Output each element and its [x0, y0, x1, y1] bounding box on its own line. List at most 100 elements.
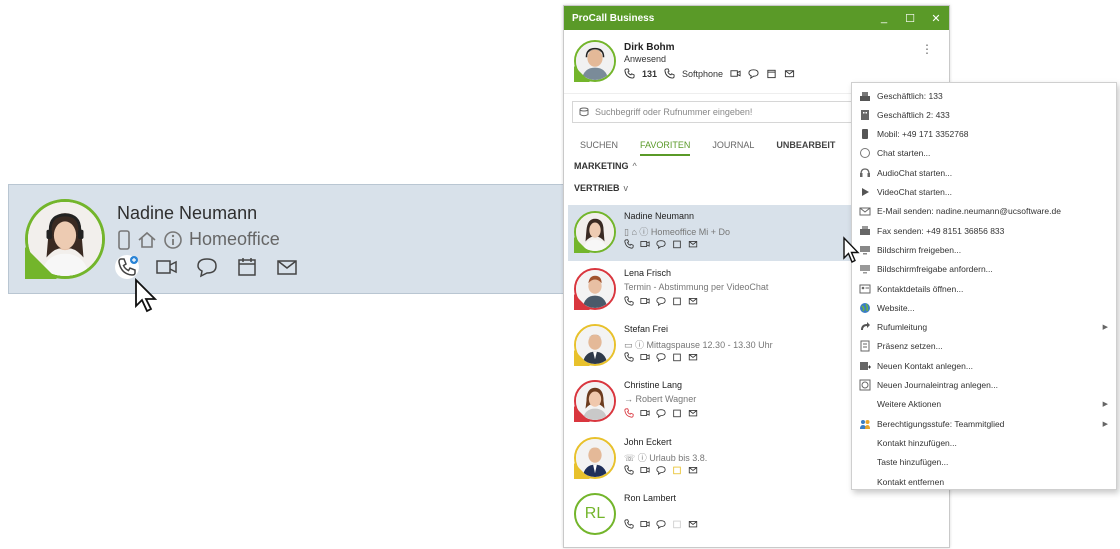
list-item[interactable]: RL Ron Lambert	[568, 487, 858, 543]
minimize-button[interactable]: _	[871, 12, 897, 24]
close-button[interactable]: ✕	[923, 12, 949, 25]
group-marketing[interactable]: MARKETING ^	[574, 161, 637, 171]
menu-item[interactable]: Kontakt hinzufügen...	[852, 433, 1116, 452]
softphone-icon	[664, 68, 675, 79]
group-vertrieb[interactable]: VERTRIEB v	[574, 183, 628, 193]
contact-name: Stefan Frei	[624, 324, 669, 334]
mobile-icon	[858, 127, 872, 141]
menu-item[interactable]: Taste hinzufügen...	[852, 453, 1116, 472]
contact-status: ☏ ⓘ Urlaub bis 3.8.	[624, 453, 708, 463]
menu-item[interactable]: Fax senden: +49 8151 36856 833	[852, 221, 1116, 240]
info-icon	[164, 230, 182, 249]
tab-suchen[interactable]: SUCHEN	[580, 140, 618, 150]
phone-icon[interactable]	[624, 296, 634, 306]
menu-item-label: Bildschirmfreigabe anfordern...	[877, 264, 993, 275]
globe-icon	[858, 301, 872, 315]
mail-icon[interactable]	[688, 408, 698, 418]
own-status[interactable]: Anwesend	[624, 54, 666, 64]
menu-item[interactable]: E-Mail senden: nadine.neumann@ucsoftware…	[852, 202, 1116, 221]
tab-favoriten[interactable]: FAVORITEN	[640, 140, 691, 156]
mail-icon[interactable]	[688, 465, 698, 475]
video-icon[interactable]	[640, 408, 650, 418]
search-placeholder: Suchbegriff oder Rufnummer eingeben!	[595, 107, 753, 117]
list-item[interactable]: Christine Lang → Robert Wagner	[568, 374, 858, 430]
chat-icon	[858, 146, 872, 160]
own-device[interactable]: Softphone	[682, 69, 723, 79]
chat-icon[interactable]	[748, 68, 759, 79]
list-item[interactable]: Stefan Frei ▭ ⓘ Mittagspause 12.30 - 13.…	[568, 318, 858, 374]
menu-item-label: Website...	[877, 302, 915, 313]
menu-item-label: Mobil: +49 171 3352768	[877, 129, 969, 140]
call-button[interactable]	[115, 255, 139, 279]
calendar-icon[interactable]	[766, 68, 777, 79]
menu-item-label: Geschäftlich: 133	[877, 90, 943, 101]
menu-item[interactable]: Bildschirm freigeben...	[852, 240, 1116, 259]
menu-item[interactable]: Website...	[852, 298, 1116, 317]
phone-icon[interactable]	[624, 239, 634, 249]
phone-icon[interactable]	[624, 519, 634, 529]
more-options-icon[interactable]: ⋮	[921, 42, 933, 56]
video-icon[interactable]	[640, 465, 650, 475]
zoomed-contact-card: Nadine Neumann Homeoffice	[8, 184, 568, 294]
list-item[interactable]: Lena Frisch Termin - Abstimmung per Vide…	[568, 262, 858, 318]
chat-icon[interactable]	[656, 296, 666, 306]
mail-icon[interactable]	[784, 68, 795, 79]
list-item[interactable]: John Eckert ☏ ⓘ Urlaub bis 3.8.	[568, 431, 858, 487]
chat-icon[interactable]	[656, 239, 666, 249]
menu-item[interactable]: Rufumleitung ▶	[852, 318, 1116, 337]
mobile-icon	[118, 229, 130, 250]
video-icon[interactable]	[730, 68, 741, 79]
tab-journal[interactable]: JOURNAL	[712, 140, 754, 150]
menu-item[interactable]: Geschäftlich 2: 433	[852, 105, 1116, 124]
video-icon[interactable]	[640, 519, 650, 529]
menu-item[interactable]: Kontaktdetails öffnen...	[852, 279, 1116, 298]
phone-icon[interactable]	[624, 465, 634, 475]
maximize-button[interactable]: ☐	[897, 12, 923, 25]
own-extension: 131	[642, 68, 658, 79]
chat-icon[interactable]	[656, 519, 666, 529]
calendar-icon[interactable]	[672, 239, 682, 249]
menu-item[interactable]: Mobil: +49 171 3352768	[852, 125, 1116, 144]
menu-item-label: E-Mail senden: nadine.neumann@ucsoftware…	[877, 206, 1061, 217]
mail-icon[interactable]	[688, 239, 698, 249]
menu-item[interactable]: Kontakt entfernen	[852, 472, 1116, 491]
tab-unbearbeitet[interactable]: UNBEARBEIT	[776, 140, 835, 150]
menu-item-label: Kontakt entfernen	[877, 476, 945, 487]
video-icon[interactable]	[640, 352, 650, 362]
menu-item[interactable]: Bildschirmfreigabe anfordern...	[852, 260, 1116, 279]
calendar-icon[interactable]	[672, 519, 682, 529]
mail-icon[interactable]	[688, 352, 698, 362]
phone-icon[interactable]	[624, 352, 634, 362]
chat-icon[interactable]	[656, 352, 666, 362]
calendar-icon[interactable]	[235, 255, 259, 279]
mail-icon[interactable]	[688, 519, 698, 529]
calendar-icon[interactable]	[672, 296, 682, 306]
video-icon[interactable]	[640, 296, 650, 306]
contact-status: ▯ ⌂ ⓘ Homeoffice Mi + Do	[624, 227, 731, 237]
menu-item[interactable]: Neuen Kontakt anlegen...	[852, 356, 1116, 375]
menu-item[interactable]: Neuen Journaleintrag anlegen...	[852, 376, 1116, 395]
menu-item[interactable]: AudioChat starten...	[852, 163, 1116, 182]
contact-status: → Robert Wagner	[624, 394, 697, 404]
menu-item[interactable]: Geschäftlich: 133	[852, 86, 1116, 105]
video-icon[interactable]	[155, 255, 179, 279]
list-item[interactable]: Nadine Neumann ▯ ⌂ ⓘ Homeoffice Mi + Do	[568, 205, 858, 261]
menu-item[interactable]: Weitere Aktionen ▶	[852, 395, 1116, 414]
chat-icon[interactable]	[656, 408, 666, 418]
menu-item-label: Präsenz setzen...	[877, 341, 943, 352]
menu-item[interactable]: Berechtigungsstufe: Teammitglied ▶	[852, 414, 1116, 433]
menu-item[interactable]: VideoChat starten...	[852, 183, 1116, 202]
mail-icon[interactable]	[275, 255, 299, 279]
status-text: Homeoffice	[189, 229, 280, 249]
calendar-icon[interactable]	[672, 352, 682, 362]
calendar-icon[interactable]	[672, 465, 682, 475]
menu-item[interactable]: Präsenz setzen...	[852, 337, 1116, 356]
calendar-icon[interactable]	[672, 408, 682, 418]
mail-icon[interactable]	[688, 296, 698, 306]
video-icon[interactable]	[640, 239, 650, 249]
menu-item[interactable]: Chat starten...	[852, 144, 1116, 163]
phone-icon[interactable]	[624, 408, 634, 418]
chat-icon[interactable]	[656, 465, 666, 475]
contact-actions	[624, 408, 698, 418]
chat-icon[interactable]	[195, 255, 219, 279]
